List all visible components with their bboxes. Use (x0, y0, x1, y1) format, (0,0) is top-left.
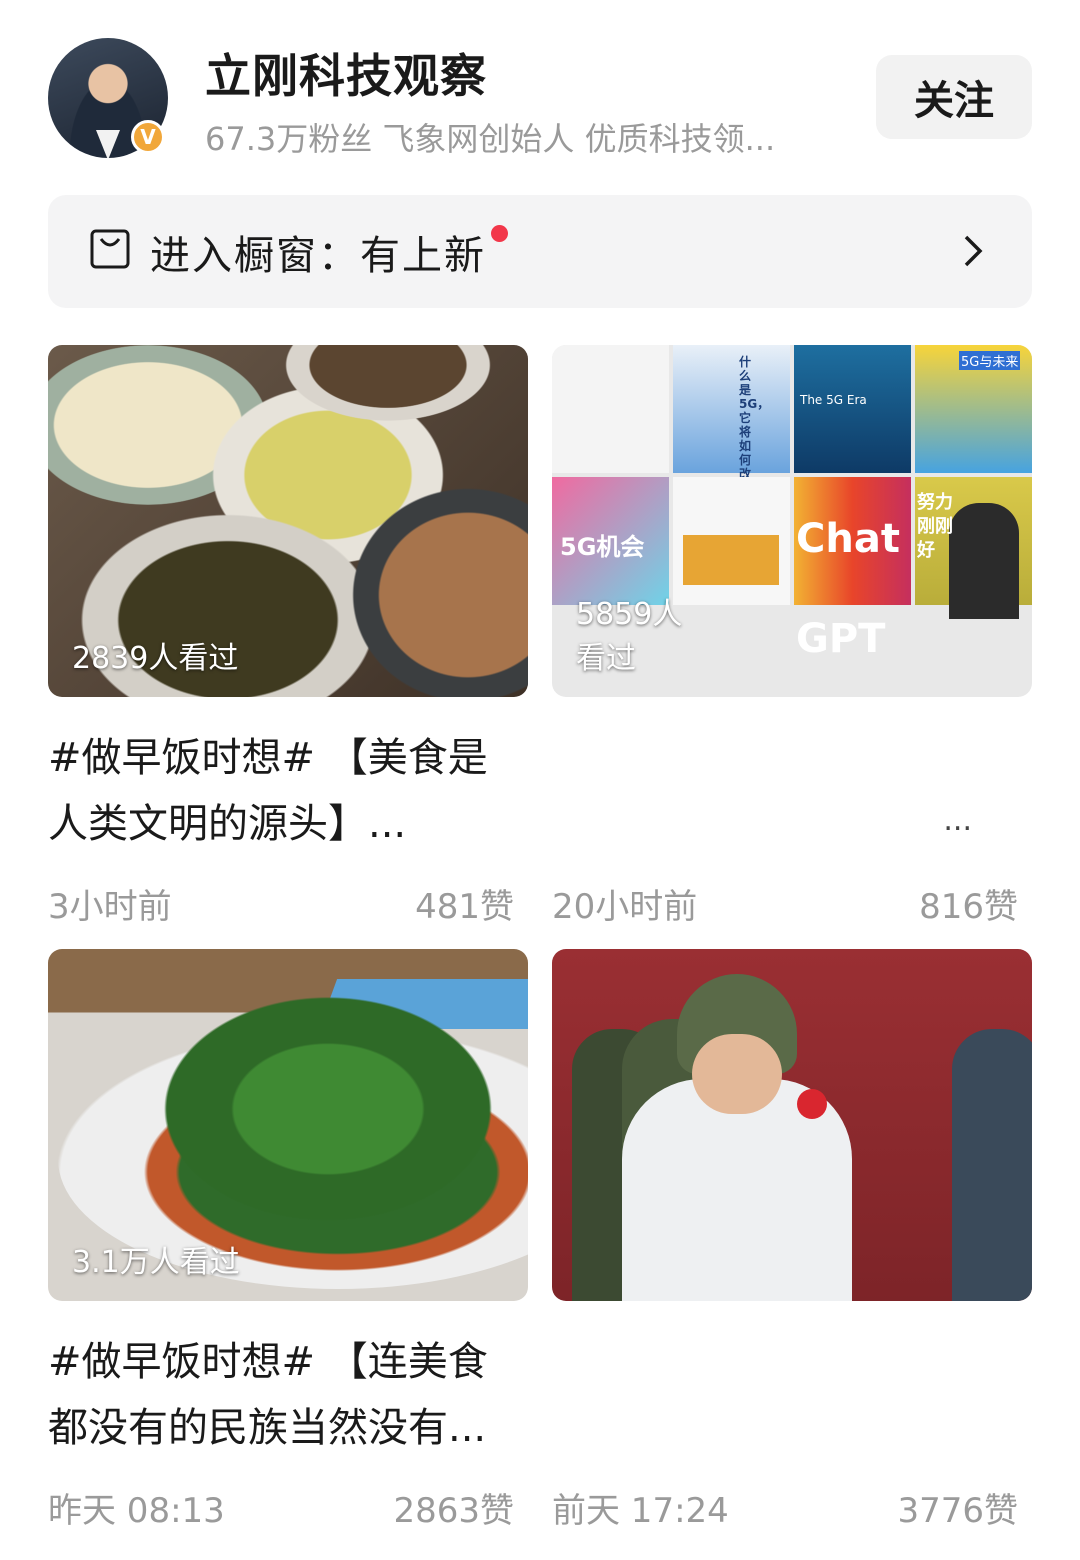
follow-button[interactable]: 关注 (876, 55, 1032, 139)
verified-badge-icon: V (131, 120, 165, 154)
book-cover: 努力刚刚好 (915, 477, 1032, 619)
post-time: 3小时前 (48, 887, 172, 927)
title-ellipsis: ... (943, 803, 972, 838)
book-cover: The 5G Era (794, 345, 911, 473)
post-time: 20小时前 (552, 887, 698, 927)
post-title[interactable]: #做早饭时想# 【连美食都没有的民族当然没有... (48, 1329, 508, 1461)
shopping-bag-icon (90, 229, 130, 269)
profile-header: V 立刚科技观察 67.3万粉丝 飞象网创始人 优质科技领... 关注 (0, 0, 1080, 190)
book-title: 5G机会 (560, 533, 645, 561)
book-cover (552, 345, 669, 473)
post-meta: 昨天 08:13 2863赞 (48, 1483, 528, 1533)
post-card[interactable]: 3.1万人看过 #做早饭时想# 【连美食都没有的民族当然没有... 昨天 08:… (48, 949, 528, 1533)
like-count: 816赞 (919, 887, 1018, 927)
post-title[interactable] (552, 1329, 1012, 1461)
new-indicator-dot (491, 225, 508, 242)
post-thumbnail[interactable]: 2839人看过 (48, 345, 528, 697)
account-subtitle: 67.3万粉丝 飞象网创始人 优质科技领... (205, 120, 776, 158)
post-card[interactable]: 前天 17:24 3776赞 (552, 949, 1032, 1533)
post-time: 昨天 08:13 (48, 1491, 225, 1531)
post-meta: 前天 17:24 3776赞 (552, 1483, 1032, 1533)
like-count: 481赞 (415, 887, 514, 927)
book-cover (673, 477, 790, 605)
post-card[interactable]: 2839人看过 #做早饭时想# 【美食是人类文明的源头】... 3小时前 481… (48, 345, 528, 929)
book-cover: 什么是5G，它将如何改变世界 (673, 345, 790, 523)
account-name[interactable]: 立刚科技观察 (205, 40, 487, 106)
post-thumbnail[interactable]: 什么是5G，它将如何改变世界 The 5G Era 5G与未来 5G机会 Cha… (552, 345, 1032, 697)
post-thumbnail[interactable] (552, 949, 1032, 1301)
view-count: 5859人看过 (576, 597, 683, 676)
book-cover: ChatGPT (794, 477, 911, 662)
like-count: 3776赞 (897, 1491, 1018, 1531)
store-entry-bar[interactable]: 进入橱窗：有上新 (48, 195, 1032, 308)
view-count: 3.1万人看过 (72, 1245, 240, 1280)
like-count: 2863赞 (393, 1491, 514, 1531)
post-meta: 3小时前 481赞 (48, 879, 528, 929)
book-cover: 5G机会 (552, 477, 669, 605)
post-title[interactable]: ... (552, 725, 1012, 857)
book-title: 5G与未来 (959, 351, 1021, 370)
post-thumbnail[interactable]: 3.1万人看过 (48, 949, 528, 1301)
book-cover: 5G与未来 (915, 345, 1032, 473)
book-title: ChatGPT (796, 516, 900, 662)
book-title: The 5G Era (800, 393, 867, 407)
post-time: 前天 17:24 (552, 1491, 729, 1531)
store-entry-label: 进入橱窗：有上新 (150, 233, 486, 279)
book-title: 努力刚刚好 (917, 492, 953, 561)
view-count: 2839人看过 (72, 641, 239, 676)
chevron-right-icon (964, 235, 983, 267)
post-title[interactable]: #做早饭时想# 【美食是人类文明的源头】... (48, 725, 508, 857)
post-card[interactable]: 什么是5G，它将如何改变世界 The 5G Era 5G与未来 5G机会 Cha… (552, 345, 1032, 929)
post-meta: 20小时前 816赞 (552, 879, 1032, 929)
